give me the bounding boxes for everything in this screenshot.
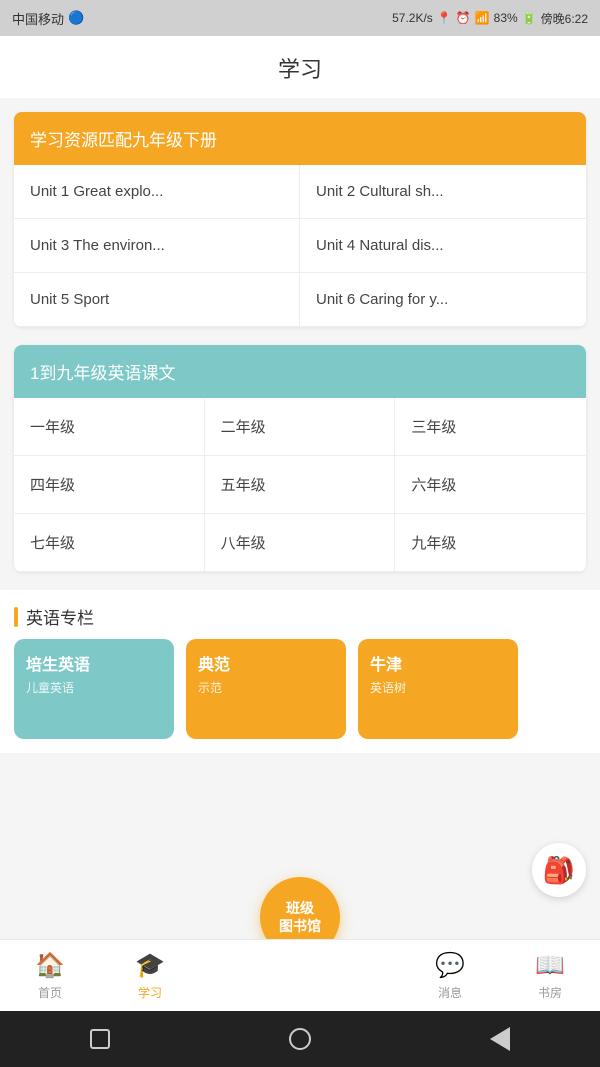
english-section-title: 英语专栏 — [26, 604, 94, 629]
english-cards-row: 培生英语 儿童英语 典范 示范 牛津 英语树 — [14, 639, 586, 753]
status-bar: 中国移动 🔵 57.2K/s 📍 ⏰ 📶 83% 🔋 傍晚6:22 — [0, 0, 600, 36]
classic-card-subtitle: 示范 — [186, 679, 346, 696]
nav-fab-spacer — [200, 968, 400, 984]
unit-5-item[interactable]: Unit 5 Sport — [14, 273, 300, 327]
grade-1-item[interactable]: 一年级 — [14, 398, 205, 456]
main-content: 学习资源匹配九年级下册 Unit 1 Great explo... Unit 2… — [0, 98, 600, 572]
carrier-icon: 🔵 — [68, 10, 84, 26]
battery-icon: 🔋 — [522, 11, 537, 25]
grade-8-item[interactable]: 八年级 — [205, 514, 396, 572]
unit-4-item[interactable]: Unit 4 Natural dis... — [300, 219, 586, 273]
message-icon: 💬 — [435, 951, 465, 980]
grades-section-header: 1到九年级英语课文 — [14, 345, 586, 398]
alarm-icon: ⏰ — [456, 11, 471, 25]
classic-card-title: 典范 — [186, 639, 346, 679]
grade-7-item[interactable]: 七年级 — [14, 514, 205, 572]
study-label: 学习 — [138, 984, 162, 1001]
recent-icon — [90, 1029, 110, 1049]
grade-5-item[interactable]: 五年级 — [205, 456, 396, 514]
grades-section-card: 1到九年级英语课文 一年级 二年级 三年级 四年级 五年级 六年级 七年级 八年… — [14, 345, 586, 572]
home-icon: 🏠 — [35, 951, 65, 980]
nav-study[interactable]: 🎓 学习 — [100, 943, 200, 1009]
english-section: 英语专栏 培生英语 儿童英语 典范 示范 牛津 英语树 — [0, 590, 600, 753]
home-circle-icon — [289, 1028, 311, 1050]
carrier-text: 中国移动 — [12, 9, 64, 28]
grade-3-item[interactable]: 三年级 — [395, 398, 586, 456]
android-nav-bar — [0, 1011, 600, 1067]
unit-1-item[interactable]: Unit 1 Great explo... — [14, 165, 300, 219]
grades-grid: 一年级 二年级 三年级 四年级 五年级 六年级 七年级 八年级 九年级 — [14, 398, 586, 572]
units-section-card: 学习资源匹配九年级下册 Unit 1 Great explo... Unit 2… — [14, 112, 586, 327]
english-section-header: 英语专栏 — [14, 590, 586, 639]
study-icon: 🎓 — [135, 951, 165, 980]
library-icon: 📖 — [535, 951, 565, 980]
oxford-card[interactable]: 牛津 英语树 — [358, 639, 518, 739]
backpack-icon: 🎒 — [543, 855, 575, 886]
network-speed: 57.2K/s — [392, 11, 433, 25]
page-title: 学习 — [278, 57, 322, 82]
nav-home[interactable]: 🏠 首页 — [0, 943, 100, 1009]
units-grid: Unit 1 Great explo... Unit 2 Cultural sh… — [14, 165, 586, 327]
fab-line2: 图书馆 — [279, 917, 321, 935]
unit-3-item[interactable]: Unit 3 The environ... — [14, 219, 300, 273]
classic-card[interactable]: 典范 示范 — [186, 639, 346, 739]
android-recent-button[interactable] — [80, 1019, 120, 1059]
grade-2-item[interactable]: 二年级 — [205, 398, 396, 456]
home-label: 首页 — [38, 984, 62, 1001]
pearson-card[interactable]: 培生英语 儿童英语 — [14, 639, 174, 739]
backpack-button[interactable]: 🎒 — [532, 843, 586, 897]
english-header-bar — [14, 607, 18, 627]
units-section-title: 学习资源匹配九年级下册 — [30, 131, 217, 150]
oxford-card-subtitle: 英语树 — [358, 679, 518, 696]
bottom-nav: 🏠 首页 🎓 学习 💬 消息 📖 书房 — [0, 939, 600, 1011]
grades-section-title: 1到九年级英语课文 — [30, 364, 175, 383]
grade-9-item[interactable]: 九年级 — [395, 514, 586, 572]
unit-2-item[interactable]: Unit 2 Cultural sh... — [300, 165, 586, 219]
status-left: 中国移动 🔵 — [12, 9, 84, 28]
location-icon: 📍 — [437, 11, 452, 25]
pearson-card-title: 培生英语 — [14, 639, 174, 679]
oxford-card-title: 牛津 — [358, 639, 518, 679]
nav-library[interactable]: 📖 书房 — [500, 943, 600, 1009]
page-title-bar: 学习 — [0, 36, 600, 98]
grade-4-item[interactable]: 四年级 — [14, 456, 205, 514]
nav-message[interactable]: 💬 消息 — [400, 943, 500, 1009]
signal-icon: 📶 — [475, 11, 490, 25]
battery-text: 83% — [494, 11, 518, 25]
units-section-header: 学习资源匹配九年级下册 — [14, 112, 586, 165]
back-icon — [490, 1027, 510, 1051]
android-home-button[interactable] — [280, 1019, 320, 1059]
fab-line1: 班级 — [286, 899, 314, 917]
pearson-card-subtitle: 儿童英语 — [14, 679, 174, 696]
library-label: 书房 — [538, 984, 562, 1001]
grade-6-item[interactable]: 六年级 — [395, 456, 586, 514]
unit-6-item[interactable]: Unit 6 Caring for y... — [300, 273, 586, 327]
status-right: 57.2K/s 📍 ⏰ 📶 83% 🔋 傍晚6:22 — [392, 10, 588, 27]
message-label: 消息 — [438, 984, 462, 1001]
android-back-button[interactable] — [480, 1019, 520, 1059]
time-text: 傍晚6:22 — [541, 10, 588, 27]
